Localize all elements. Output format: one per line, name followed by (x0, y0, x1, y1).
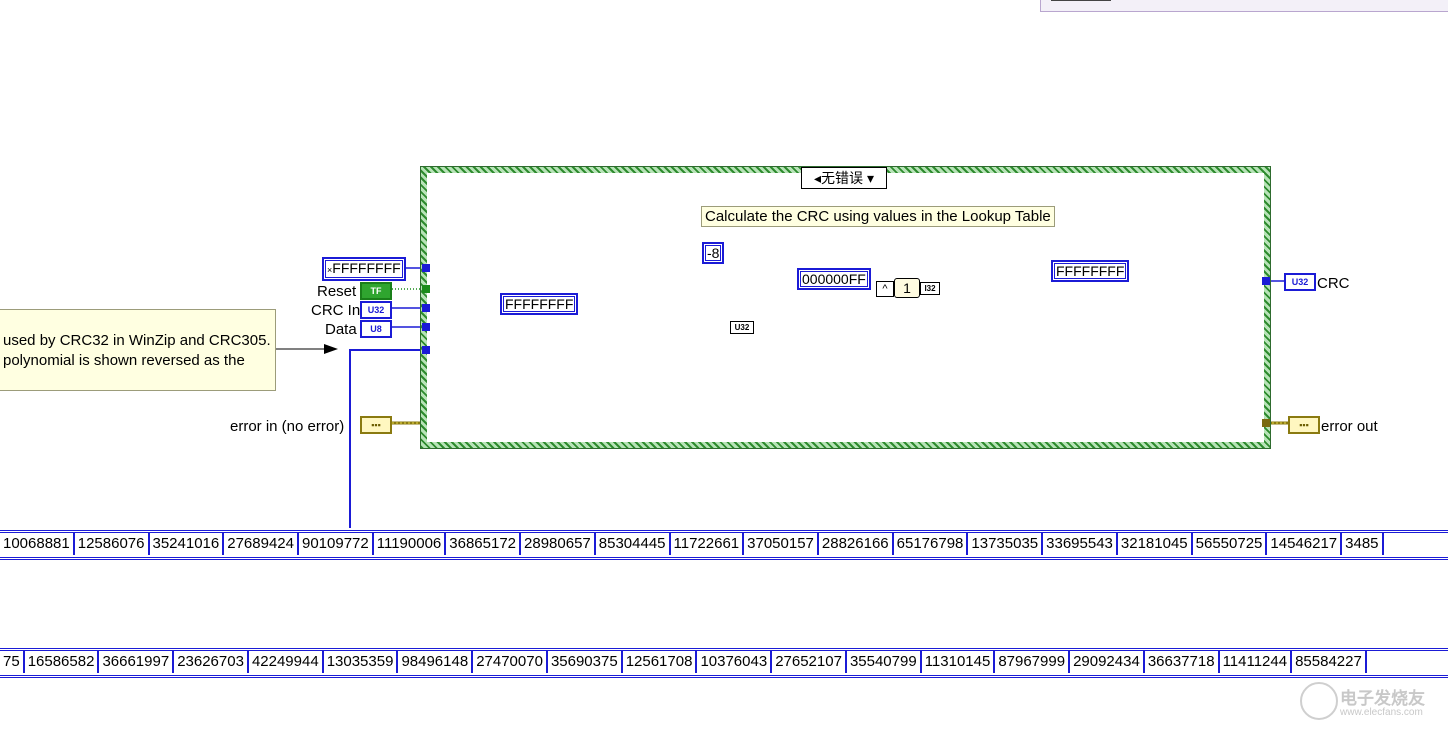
side-note-line1: used by CRC32 in WinZip and CRC305. (3, 332, 271, 349)
note-arrow-icon (324, 344, 338, 354)
array-cell[interactable]: 10068881 (0, 533, 75, 555)
side-note: used by CRC32 in WinZip and CRC305. poly… (0, 309, 276, 391)
array-cell[interactable]: 87967999 (995, 651, 1071, 673)
i32-convert-node[interactable]: I32 (920, 282, 940, 295)
array-cell[interactable]: 98496148 (398, 651, 474, 673)
cluster-icon: ▪▪▪ (371, 420, 381, 430)
array-cell[interactable]: 42249944 (249, 651, 324, 673)
cluster-icon: ▪▪▪ (1299, 420, 1309, 430)
lookup-array-row2[interactable]: 75 16586582 36661997 23626703 42249944 130353… (0, 648, 1448, 678)
crc-in-terminal[interactable]: U32 (360, 301, 392, 319)
array-cell[interactable]: 11190006 (374, 533, 447, 555)
comment-label: Calculate the CRC using values in the Lo… (701, 206, 1055, 227)
data-label: Data (325, 321, 357, 338)
data-terminal[interactable]: U8 (360, 320, 392, 338)
tunnel-crc-out (1262, 277, 1270, 285)
array-cell[interactable]: 56550725 (1193, 533, 1268, 555)
tunnel-lut (422, 346, 430, 354)
array-cell[interactable]: 11411244 (1220, 651, 1293, 673)
tunnel-reset (422, 285, 430, 293)
array-cell[interactable]: 11310145 (922, 651, 996, 673)
array-cell[interactable]: 13735035 (968, 533, 1044, 555)
u32-convert-node[interactable]: U32 (730, 321, 754, 334)
array-cell[interactable]: 36637718 (1145, 651, 1220, 673)
tunnel-error-out (1262, 419, 1270, 427)
error-out-terminal[interactable]: ▪▪▪ (1288, 416, 1320, 434)
error-out-label: error out (1321, 418, 1378, 435)
array-cell[interactable]: 37050157 (744, 533, 819, 555)
tunnel-data (422, 323, 430, 331)
array-cell[interactable]: 12586076 (75, 533, 150, 555)
reset-terminal[interactable]: TF (360, 282, 392, 300)
crc-label: CRC (1317, 275, 1350, 292)
array-cell[interactable]: 90109772 (299, 533, 374, 555)
selector-left-icon[interactable]: ◂ (814, 170, 821, 186)
ffffffff-constant-mid[interactable]: FFFFFFFF (500, 293, 579, 315)
array-cell[interactable]: 12561708 (623, 651, 698, 673)
array-cell[interactable]: 75 (0, 651, 25, 673)
array-cell[interactable]: 36865172 (446, 533, 522, 555)
window-fragment (1040, 0, 1448, 12)
init-constant[interactable]: ×FFFFFFFF (322, 257, 406, 281)
tunnel-crc-in (422, 304, 430, 312)
array-cell[interactable]: 27652107 (772, 651, 847, 673)
array-cell[interactable]: 28826166 (819, 533, 894, 555)
array-cell[interactable]: 29092434 (1070, 651, 1145, 673)
error-in-label: error in (no error) (230, 418, 345, 435)
array-cell[interactable]: 35241016 (150, 533, 225, 555)
one-constant[interactable]: 1 (894, 278, 920, 298)
tunnel-init (422, 264, 430, 272)
array-cell[interactable]: 27689424 (224, 533, 299, 555)
array-cell[interactable]: 35690375 (548, 651, 623, 673)
watermark: 电子发烧友 www.elecfans.com (1300, 680, 1440, 724)
ffffffff-constant-right[interactable]: FFFFFFFF (1051, 260, 1130, 282)
crc-in-label: CRC In (311, 302, 361, 319)
array-cell[interactable]: 28980657 (521, 533, 596, 555)
array-cell[interactable]: 32181045 (1118, 533, 1193, 555)
array-cell[interactable]: 35540799 (847, 651, 922, 673)
array-cell[interactable]: 11722661 (671, 533, 745, 555)
selector-dropdown-icon[interactable]: ▾ (867, 170, 874, 186)
watermark-logo-icon (1300, 682, 1338, 720)
array-cell[interactable]: 10376043 (697, 651, 773, 673)
array-cell[interactable]: 14546217 (1267, 533, 1343, 555)
case-selector[interactable]: ◂无错误 ▾ (801, 167, 887, 189)
side-note-line2: polynomial is shown reversed as the (3, 352, 245, 369)
array-cell[interactable]: 33695543 (1043, 533, 1118, 555)
array-cell[interactable]: 85304445 (596, 533, 671, 555)
array-cell[interactable]: 36661997 (99, 651, 175, 673)
array-cell[interactable]: 85584227 (1292, 651, 1367, 673)
and-node[interactable]: ^ (876, 281, 894, 297)
array-cell[interactable]: 3485 (1342, 533, 1384, 555)
array-cell[interactable]: 27470070 (473, 651, 548, 673)
watermark-brand: 电子发烧友 (1340, 689, 1425, 708)
array-cell[interactable]: 65176798 (894, 533, 969, 555)
mask-constant[interactable]: 000000FF (797, 268, 871, 290)
lookup-array-row1[interactable]: 10068881 12586076 35241016 27689424 90109772… (0, 530, 1448, 560)
crc-terminal[interactable]: U32 (1284, 273, 1316, 291)
watermark-url: www.elecfans.com (1340, 707, 1423, 718)
array-cell[interactable]: 23626703 (174, 651, 249, 673)
reset-label: Reset (317, 283, 357, 300)
array-cell[interactable]: 13035359 (324, 651, 399, 673)
minus8-constant[interactable]: -8 (702, 242, 725, 264)
array-cell[interactable]: 16586582 (25, 651, 100, 673)
error-in-terminal[interactable]: ▪▪▪ (360, 416, 392, 434)
